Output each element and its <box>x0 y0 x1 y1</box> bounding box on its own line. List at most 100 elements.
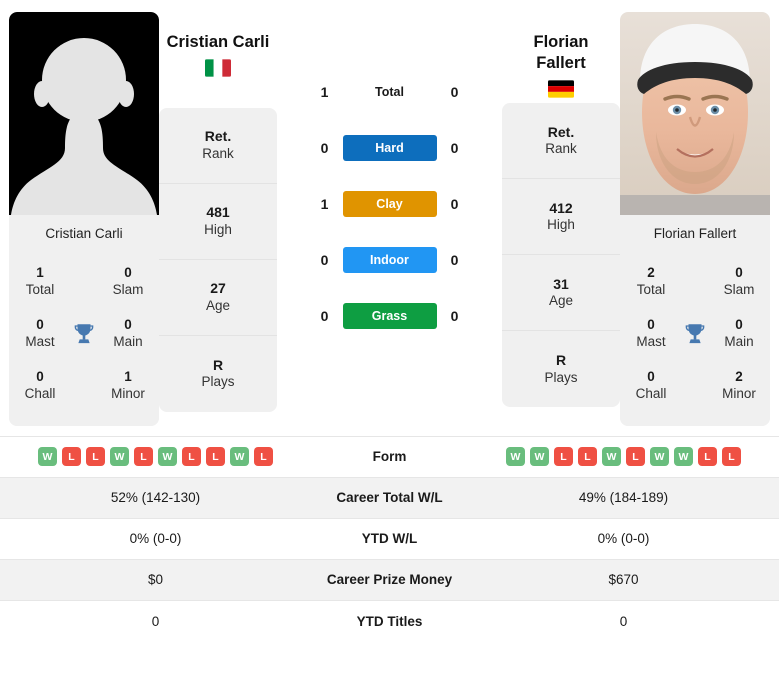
italy-flag-icon <box>205 59 231 77</box>
left-total-titles-value: 1 <box>36 264 44 280</box>
right-trophy-wrap <box>675 321 715 347</box>
left-form-cell: WLLWLWLLWL <box>0 436 311 477</box>
right-career-total-wl: 49% (184-189) <box>578 490 669 506</box>
form-badge-l[interactable]: L <box>86 447 105 467</box>
right-rank-label: Rank <box>545 141 577 157</box>
h2h-clay-left: 1 <box>320 196 329 212</box>
player-comparison-page: Cristian Carli 1 Total 0 Slam 0 Mast 0 M… <box>0 0 779 699</box>
form-badge-l[interactable]: L <box>578 447 597 467</box>
left-main-titles-value: 0 <box>124 316 132 332</box>
left-slam-titles-label: Slam <box>112 281 144 297</box>
right-masters-titles: 0 Mast <box>628 317 674 351</box>
right-plays-label: Plays <box>544 369 578 385</box>
right-player-header: Florian Fallert <box>502 12 620 98</box>
left-player-titles: 1 Total 0 Slam 0 Mast 0 Main 0 Chall 1 M… <box>9 253 159 426</box>
trophy-icon <box>74 324 94 343</box>
right-high-value: 412 <box>549 199 573 216</box>
left-player-photo-caption: Cristian Carli <box>9 215 159 254</box>
form-badge-l[interactable]: L <box>626 447 645 467</box>
head-to-head-surfaces: 1 Total 0 0 Hard 0 1 Clay 0 0 Indoor 0 0 <box>277 12 502 344</box>
right-player-info-col: Florian Fallert Ret. Rank 412 High 31 Ag… <box>502 12 620 408</box>
form-badge-w[interactable]: W <box>674 447 693 467</box>
form-badge-l[interactable]: L <box>698 447 717 467</box>
left-career-total-wl: 52% (142-130) <box>110 490 201 506</box>
h2h-indoor-pill[interactable]: Indoor <box>342 247 437 273</box>
right-age-label: Age <box>548 293 574 309</box>
left-trophy-wrap <box>64 321 104 347</box>
table-row-career-prize-money: $0 Career Prize Money $670 <box>0 559 779 601</box>
form-badge-w[interactable]: W <box>230 447 249 467</box>
trophy-icon <box>685 324 705 343</box>
left-age-label: Age <box>205 297 231 313</box>
left-rank-label: Rank <box>202 145 234 161</box>
h2h-grass-pill[interactable]: Grass <box>342 303 437 329</box>
left-titles-row-3: 0 Chall 1 Minor <box>17 360 151 412</box>
left-career-prize-money: $0 <box>147 572 164 588</box>
left-masters-titles-label: Mast <box>25 333 55 349</box>
left-minor-titles-value: 1 <box>124 368 132 384</box>
right-main-titles: 0 Main <box>716 317 762 351</box>
right-ytd-wl: 0% (0-0) <box>597 531 650 547</box>
right-challenger-titles-value: 0 <box>647 368 655 384</box>
h2h-row-hard: 0 Hard 0 <box>277 120 502 176</box>
left-plays-value: R <box>212 356 224 373</box>
right-challenger-titles: 0 Chall <box>628 369 674 403</box>
form-badge-w[interactable]: W <box>602 447 621 467</box>
left-plays-item: R Plays <box>159 336 277 412</box>
right-total-titles-value: 2 <box>647 264 655 280</box>
left-slam-titles: 0 Slam <box>105 265 151 299</box>
right-player-photo[interactable] <box>620 12 770 215</box>
row-label-ytd-wl: YTD W/L <box>361 531 418 547</box>
right-player-name[interactable]: Florian Fallert <box>502 12 620 74</box>
left-player-photo[interactable] <box>9 12 159 215</box>
left-player-header: Cristian Carli <box>159 12 277 77</box>
right-rank-value: Ret. <box>547 123 575 140</box>
form-badge-w[interactable]: W <box>506 447 525 467</box>
left-form-badges: WLLWLWLLWL <box>0 447 311 467</box>
right-masters-titles-label: Mast <box>636 333 666 349</box>
row-label-career-prize-money: Career Prize Money <box>326 572 453 588</box>
form-badge-w[interactable]: W <box>38 447 57 467</box>
right-slam-titles: 0 Slam <box>716 265 762 299</box>
form-badge-l[interactable]: L <box>206 447 225 467</box>
left-high-value: 481 <box>206 204 230 221</box>
right-player-titles: 2 Total 0 Slam 0 Mast 0 Main 0 Chall 2 M… <box>620 253 770 426</box>
right-minor-titles: 2 Minor <box>716 369 762 403</box>
left-high-label: High <box>204 221 232 237</box>
right-masters-titles-value: 0 <box>647 316 655 332</box>
left-player-photo-card: Cristian Carli 1 Total 0 Slam 0 Mast 0 M… <box>9 12 159 426</box>
left-player-card: Cristian Carli 1 Total 0 Slam 0 Mast 0 M… <box>9 12 159 426</box>
right-minor-titles-label: Minor <box>722 385 756 401</box>
h2h-row-indoor: 0 Indoor 0 <box>277 232 502 288</box>
left-rank-card: Ret. Rank 481 High 27 Age R Plays <box>159 108 277 413</box>
right-age-item: 31 Age <box>502 255 620 332</box>
left-high-item: 481 High <box>159 184 277 261</box>
form-badge-w[interactable]: W <box>650 447 669 467</box>
h2h-row-grass: 0 Grass 0 <box>277 288 502 344</box>
form-badge-l[interactable]: L <box>554 447 573 467</box>
form-badge-l[interactable]: L <box>182 447 201 467</box>
form-badge-w[interactable]: W <box>158 447 177 467</box>
form-badge-w[interactable]: W <box>110 447 129 467</box>
left-player-name[interactable]: Cristian Carli <box>159 12 277 53</box>
form-badge-w[interactable]: W <box>530 447 549 467</box>
h2h-hard-pill[interactable]: Hard <box>342 135 437 161</box>
h2h-indoor-left: 0 <box>320 252 329 268</box>
form-badge-l[interactable]: L <box>722 447 741 467</box>
left-plays-label: Plays <box>201 374 235 390</box>
h2h-grass-left: 0 <box>320 308 329 324</box>
right-form-cell: WWLLWLWWLL <box>468 436 779 477</box>
left-titles-row-1: 1 Total 0 Slam <box>17 256 151 308</box>
left-rank-item: Ret. Rank <box>159 108 277 185</box>
right-challenger-titles-label: Chall <box>635 385 667 401</box>
form-badge-l[interactable]: L <box>134 447 153 467</box>
h2h-clay-pill[interactable]: Clay <box>342 191 437 217</box>
form-badge-l[interactable]: L <box>62 447 81 467</box>
table-row-career-total-wl: 52% (142-130) Career Total W/L 49% (184-… <box>0 477 779 519</box>
right-rank-item: Ret. Rank <box>502 103 620 180</box>
right-main-titles-label: Main <box>724 333 754 349</box>
right-titles-row-1: 2 Total 0 Slam <box>628 256 762 308</box>
left-challenger-titles: 0 Chall <box>17 369 63 403</box>
h2h-clay-right: 0 <box>450 196 459 212</box>
form-badge-l[interactable]: L <box>254 447 273 467</box>
